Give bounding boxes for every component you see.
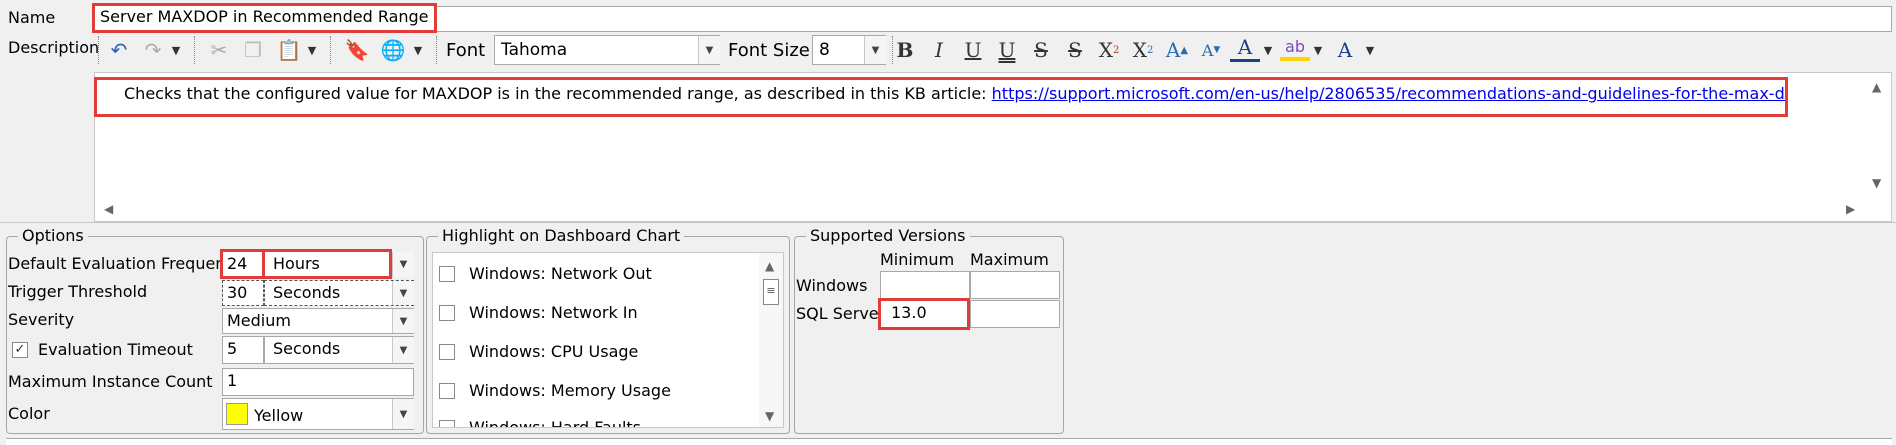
windows-max-field[interactable] bbox=[970, 271, 1060, 299]
trigger-threshold-value[interactable]: 30 bbox=[222, 280, 264, 306]
evaluation-timeout-value[interactable]: 5 bbox=[222, 336, 264, 364]
color-swatch bbox=[226, 403, 248, 425]
paste-dropdown-icon[interactable]: ▼ bbox=[304, 35, 320, 65]
list-item-label: Windows: Hard Faults bbox=[469, 418, 642, 428]
shrink-font-icon[interactable]: A ▼ bbox=[1196, 35, 1226, 65]
description-label: Description bbox=[8, 38, 100, 57]
undo-icon[interactable]: ↶ bbox=[104, 35, 134, 65]
list-item-checkbox[interactable] bbox=[439, 344, 455, 360]
grow-font-icon[interactable]: A ▲ bbox=[1162, 35, 1192, 65]
color-value: Yellow bbox=[254, 406, 304, 425]
history-dropdown-icon[interactable]: ▼ bbox=[168, 35, 184, 65]
font-combobox[interactable]: Tahoma bbox=[494, 35, 720, 65]
list-item-checkbox[interactable] bbox=[439, 420, 455, 427]
scroll-left-icon[interactable]: ◀ bbox=[104, 202, 113, 216]
scroll-right-icon[interactable]: ▶ bbox=[1846, 202, 1855, 216]
windows-min-field[interactable] bbox=[880, 271, 970, 299]
eval-frequency-unit[interactable]: Hours bbox=[262, 249, 392, 279]
maximum-column-header: Maximum bbox=[970, 250, 1049, 269]
color-label: Color bbox=[8, 404, 50, 423]
name-field-value[interactable]: Server MAXDOP in Recommended Range bbox=[92, 3, 437, 33]
copy-icon[interactable]: ❐ bbox=[238, 35, 268, 65]
bold-icon[interactable]: B bbox=[890, 35, 920, 65]
eval-frequency-value[interactable]: 24 bbox=[220, 249, 266, 279]
double-strikethrough-icon[interactable]: S bbox=[1060, 35, 1090, 65]
trigger-threshold-dropdown-icon[interactable]: ▼ bbox=[392, 281, 414, 305]
options-title: Options bbox=[18, 226, 88, 245]
scroll-up-icon[interactable]: ▲ bbox=[1872, 80, 1881, 94]
font-size-dropdown-icon[interactable]: ▼ bbox=[864, 36, 886, 64]
italic-icon[interactable]: I bbox=[924, 35, 954, 65]
subscript-icon[interactable]: X2 bbox=[1128, 35, 1158, 65]
name-label: Name bbox=[8, 8, 56, 27]
list-scroll-up-icon[interactable]: ▲ bbox=[765, 259, 774, 273]
minimum-column-header: Minimum bbox=[880, 250, 955, 269]
list-item-checkbox[interactable] bbox=[439, 305, 455, 321]
scroll-down-icon[interactable]: ▼ bbox=[1872, 176, 1881, 190]
max-instance-count-label: Maximum Instance Count bbox=[8, 372, 213, 391]
list-item-label: Windows: Network Out bbox=[469, 264, 652, 283]
sql-server-max-field[interactable] bbox=[970, 300, 1060, 328]
list-item-label: Windows: Memory Usage bbox=[469, 381, 671, 400]
toolbar-separator bbox=[330, 36, 333, 64]
description-body: Checks that the configured value for MAX… bbox=[124, 84, 987, 103]
highlight-list[interactable]: Windows: Network Out Windows: Network In… bbox=[432, 252, 784, 428]
font-dialog-dropdown-icon[interactable]: ▼ bbox=[1362, 35, 1378, 65]
font-dropdown-icon[interactable]: ▼ bbox=[698, 36, 720, 64]
list-item-checkbox[interactable] bbox=[439, 266, 455, 282]
underline-icon[interactable]: U bbox=[958, 35, 988, 65]
superscript-icon[interactable]: X2 bbox=[1094, 35, 1124, 65]
evaluation-timeout-dropdown-icon[interactable]: ▼ bbox=[392, 337, 414, 363]
highlight-title: Highlight on Dashboard Chart bbox=[438, 226, 685, 245]
editor-bottom-divider bbox=[0, 222, 1896, 223]
severity-combobox[interactable]: Medium bbox=[222, 308, 414, 334]
list-item-label: Windows: Network In bbox=[469, 303, 638, 322]
toolbar-separator bbox=[194, 36, 197, 64]
double-underline-icon[interactable]: U bbox=[992, 35, 1022, 65]
hyperlink-icon[interactable]: 🌐 bbox=[378, 35, 408, 65]
font-label: Font bbox=[446, 40, 486, 61]
font-size-label: Font Size bbox=[728, 40, 810, 61]
trigger-threshold-label: Trigger Threshold bbox=[8, 282, 148, 301]
list-item-checkbox[interactable] bbox=[439, 383, 455, 399]
list-scroll-thumb[interactable]: ≡ bbox=[763, 279, 779, 305]
highlight-color-icon[interactable]: ab bbox=[1280, 35, 1310, 61]
highlight-dropdown-icon[interactable]: ▼ bbox=[1310, 35, 1326, 65]
strikethrough-icon[interactable]: S bbox=[1026, 35, 1056, 65]
font-color-dropdown-icon[interactable]: ▼ bbox=[1260, 35, 1276, 65]
bookmark-icon[interactable]: 🔖 bbox=[342, 35, 372, 65]
font-color-icon[interactable]: A bbox=[1230, 35, 1260, 62]
max-instance-count-field[interactable]: 1 bbox=[222, 368, 414, 396]
toolbar-separator bbox=[436, 36, 439, 64]
toolbar-grip bbox=[98, 36, 101, 64]
color-combobox[interactable] bbox=[222, 398, 414, 430]
sql-server-label: SQL Server bbox=[796, 304, 886, 323]
paste-icon[interactable]: 📋 bbox=[274, 35, 304, 65]
evaluation-timeout-label: Evaluation Timeout bbox=[38, 340, 193, 359]
cut-icon[interactable]: ✂ bbox=[204, 35, 234, 65]
eval-frequency-dropdown-icon[interactable]: ▼ bbox=[392, 252, 414, 277]
eval-frequency-label: Default Evaluation Frequency bbox=[8, 254, 244, 273]
redo-icon[interactable]: ↷ bbox=[138, 35, 168, 65]
list-scroll-down-icon[interactable]: ▼ bbox=[765, 409, 774, 423]
description-text[interactable]: Checks that the configured value for MAX… bbox=[94, 77, 1788, 117]
versions-title: Supported Versions bbox=[806, 226, 970, 245]
color-dropdown-icon[interactable]: ▼ bbox=[392, 399, 414, 429]
severity-dropdown-icon[interactable]: ▼ bbox=[392, 309, 414, 333]
windows-label: Windows bbox=[796, 276, 868, 295]
sql-server-min-field[interactable]: 13.0 bbox=[878, 298, 970, 330]
insert-dropdown-icon[interactable]: ▼ bbox=[410, 35, 426, 65]
font-dialog-icon[interactable]: A bbox=[1330, 35, 1360, 65]
kb-article-link[interactable]: https://support.microsoft.com/en-us/help… bbox=[992, 84, 1786, 103]
severity-label: Severity bbox=[8, 310, 75, 329]
list-item-label: Windows: CPU Usage bbox=[469, 342, 639, 361]
evaluation-timeout-checkbox[interactable]: ✓ bbox=[12, 342, 28, 358]
